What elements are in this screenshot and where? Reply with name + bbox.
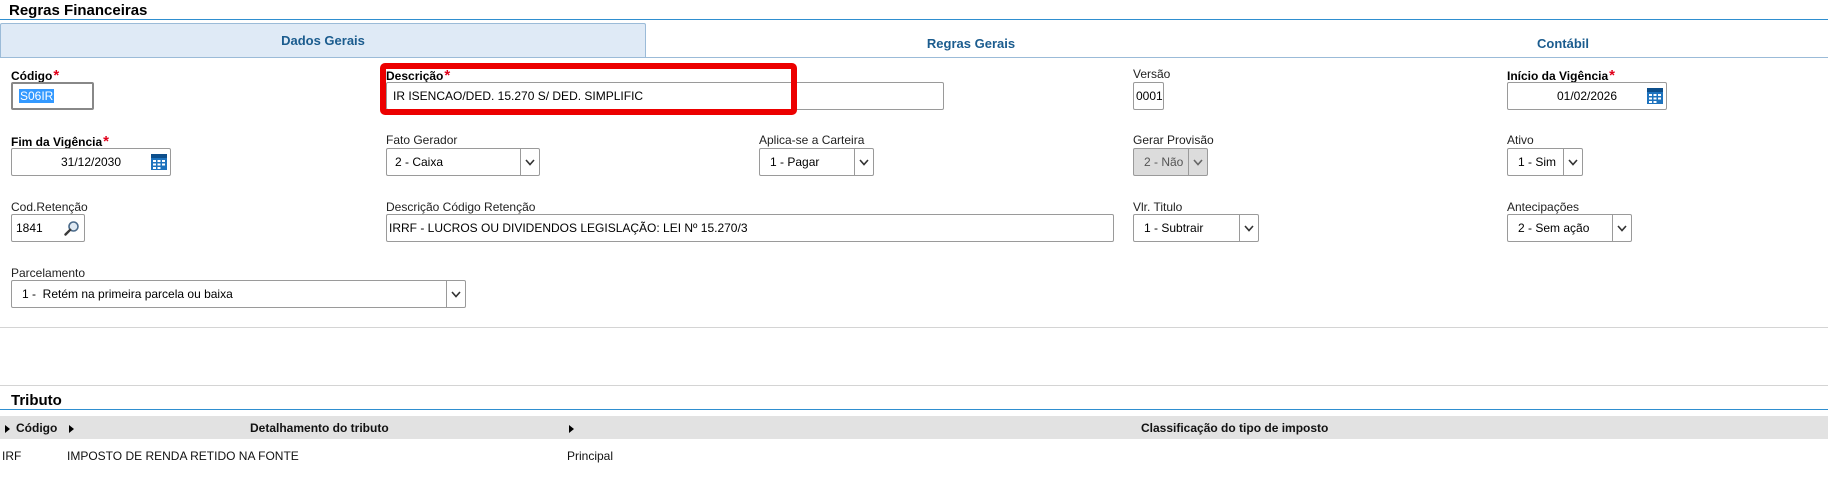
parcelamento-label: Parcelamento: [11, 266, 86, 280]
antecipacoes-label: Antecipações: [1507, 200, 1580, 214]
codigo-field[interactable]: S06IR: [11, 82, 94, 110]
tab-contabil[interactable]: Contábil: [1298, 27, 1828, 60]
fim-vigencia-field[interactable]: 31/12/2030: [11, 148, 171, 176]
tab-regras-gerais[interactable]: Regras Gerais: [645, 27, 1297, 60]
fato-gerador-value: 2 - Caixa: [395, 155, 444, 169]
column-detalhamento[interactable]: Detalhamento do tributo: [250, 421, 389, 435]
fato-gerador-select[interactable]: 2 - Caixa: [386, 148, 540, 176]
cell-codigo: IRF: [2, 449, 22, 463]
tab-dados-gerais[interactable]: Dados Gerais: [0, 23, 646, 57]
inicio-vigencia-value: 01/02/2026: [1556, 89, 1618, 103]
antecipacoes-select[interactable]: 2 - Sem ação: [1507, 214, 1632, 242]
ativo-value: 1 - Sim: [1518, 155, 1557, 169]
header-divider: [0, 19, 1828, 20]
search-icon[interactable]: [64, 220, 80, 236]
chevron-down-icon[interactable]: [854, 149, 873, 175]
cod-retencao-value: 1841: [16, 221, 43, 235]
versao-label: Versão: [1133, 67, 1171, 81]
gerar-provisao-select: 2 - Não: [1133, 148, 1208, 176]
codigo-value: S06IR: [19, 89, 55, 103]
expand-icon[interactable]: [569, 425, 574, 433]
versao-field[interactable]: 0001: [1133, 82, 1164, 110]
aplica-carteira-select[interactable]: 1 - Pagar: [759, 148, 874, 176]
versao-value: 0001: [1136, 89, 1163, 103]
chevron-down-icon[interactable]: [1612, 215, 1631, 241]
fato-gerador-label: Fato Gerador: [386, 133, 458, 147]
aplica-carteira-label: Aplica-se a Carteira: [759, 133, 865, 147]
chevron-down-icon[interactable]: [1563, 149, 1582, 175]
tributo-divider: [0, 409, 1828, 410]
chevron-down-icon[interactable]: [446, 281, 465, 307]
calendar-icon[interactable]: [1647, 88, 1663, 104]
gerar-provisao-label: Gerar Provisão: [1133, 133, 1214, 147]
descricao-value: IR ISENCAO/DED. 15.270 S/ DED. SIMPLIFIC: [393, 89, 644, 103]
tributo-title: Tributo: [11, 392, 62, 409]
antecipacoes-value: 2 - Sem ação: [1518, 221, 1590, 235]
cell-classificacao: Principal: [567, 449, 614, 463]
tributo-top-divider: [0, 385, 1828, 386]
chevron-down-icon[interactable]: [1239, 215, 1258, 241]
aplica-carteira-value: 1 - Pagar: [770, 155, 820, 169]
column-classificacao[interactable]: Classificação do tipo de imposto: [1141, 421, 1328, 435]
column-codigo[interactable]: Código: [16, 421, 57, 435]
ativo-select[interactable]: 1 - Sim: [1507, 148, 1583, 176]
expand-icon[interactable]: [5, 425, 10, 433]
vlr-titulo-value: 1 - Subtrair: [1144, 221, 1204, 235]
form-divider: [0, 327, 1828, 328]
vlr-titulo-label: Vlr. Titulo: [1133, 200, 1183, 214]
parcelamento-value: 1 - Retém na primeira parcela ou baixa: [22, 287, 233, 301]
cell-detalhamento: IMPOSTO DE RENDA RETIDO NA FONTE: [67, 449, 299, 463]
ativo-label: Ativo: [1507, 133, 1534, 147]
expand-icon[interactable]: [69, 425, 74, 433]
calendar-icon[interactable]: [151, 154, 167, 170]
desc-cod-retencao-field[interactable]: IRRF - LUCROS OU DIVIDENDOS LEGISLAÇÃO: …: [386, 214, 1114, 242]
desc-cod-retencao-label: Descrição Código Retenção: [386, 200, 536, 214]
cod-retencao-field[interactable]: 1841: [11, 214, 85, 242]
page-title: Regras Financeiras: [9, 2, 148, 19]
cod-retencao-label: Cod.Retenção: [11, 200, 88, 214]
vlr-titulo-select[interactable]: 1 - Subtrair: [1133, 214, 1259, 242]
desc-cod-retencao-value: IRRF - LUCROS OU DIVIDENDOS LEGISLAÇÃO: …: [389, 221, 748, 235]
inicio-vigencia-field[interactable]: 01/02/2026: [1507, 82, 1667, 110]
chevron-down-icon: [1188, 149, 1207, 175]
gerar-provisao-value: 2 - Não: [1144, 155, 1184, 169]
fim-vigencia-value: 31/12/2030: [60, 155, 122, 169]
descricao-field[interactable]: IR ISENCAO/DED. 15.270 S/ DED. SIMPLIFIC: [386, 82, 944, 110]
parcelamento-select[interactable]: 1 - Retém na primeira parcela ou baixa: [11, 280, 466, 308]
tabs-divider: [0, 57, 1828, 58]
chevron-down-icon[interactable]: [520, 149, 539, 175]
